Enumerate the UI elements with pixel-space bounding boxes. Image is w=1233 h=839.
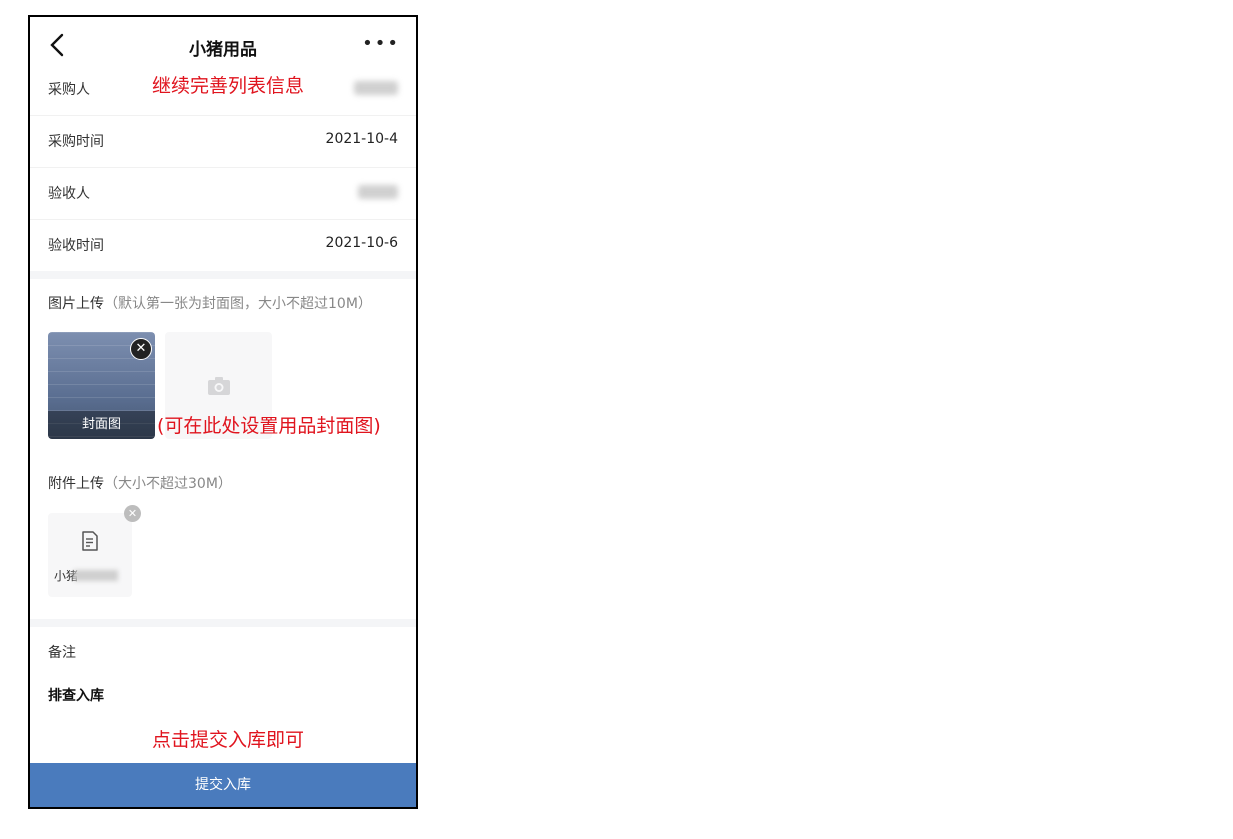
purchase-time-row[interactable]: 采购时间 2021-10-4	[30, 115, 416, 168]
purchase-time-label: 采购时间	[48, 134, 104, 150]
attachment-upload-title: 附件上传（大小不超过30M）	[48, 473, 232, 493]
remarks-label: 备注	[48, 645, 76, 661]
purchaser-value-blurred	[354, 81, 398, 95]
image-upload-hint: （默认第一张为封面图，大小不超过10M）	[104, 296, 372, 312]
cover-caption: 封面图	[48, 411, 155, 439]
camera-icon	[208, 377, 230, 395]
close-circle-icon[interactable]: ✕	[130, 338, 152, 360]
inspector-row[interactable]: 验收人	[30, 167, 416, 220]
section-divider	[30, 619, 416, 627]
purchase-time-value: 2021-10-4	[325, 131, 398, 147]
inspection-time-row[interactable]: 验收时间 2021-10-6	[30, 219, 416, 271]
remarks-input[interactable]: 排查入库	[48, 685, 104, 705]
more-options-icon[interactable]: •••	[362, 33, 400, 54]
annotation-top: 继续完善列表信息	[152, 75, 305, 97]
attachment-upload-hint: （大小不超过30M）	[104, 476, 232, 492]
image-upload-title: 图片上传（默认第一张为封面图，大小不超过10M）	[48, 293, 372, 313]
attachment-upload-label: 附件上传	[48, 476, 104, 492]
annotation-bottom: 点击提交入库即可	[152, 729, 305, 751]
inspector-label: 验收人	[48, 186, 90, 202]
inspection-time-label: 验收时间	[48, 238, 104, 254]
annotation-cover: (可在此处设置用品封面图)	[157, 415, 381, 437]
inspection-time-value: 2021-10-6	[325, 235, 398, 251]
attachment-file-name-blurred	[74, 570, 118, 581]
attachment-file-card[interactable]: 小猪	[48, 513, 132, 597]
purchaser-label: 采购人	[48, 82, 90, 98]
document-icon	[82, 531, 98, 551]
submit-button[interactable]: 提交入库	[30, 763, 416, 807]
inspector-value-blurred	[358, 185, 398, 199]
section-divider	[30, 271, 416, 279]
image-upload-label: 图片上传	[48, 296, 104, 312]
phone-frame: 小猪用品 ••• 采购人 继续完善列表信息 采购时间 2021-10-4 验收人…	[28, 15, 418, 809]
page-title: 小猪用品	[189, 40, 257, 60]
close-circle-icon[interactable]: ✕	[124, 505, 141, 522]
